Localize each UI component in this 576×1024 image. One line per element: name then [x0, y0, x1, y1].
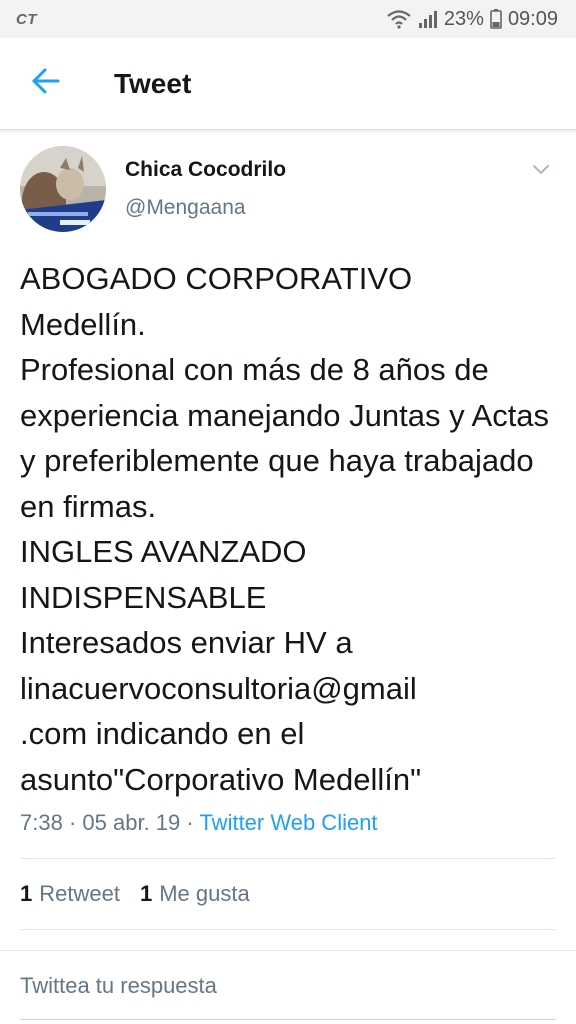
client-link[interactable]: Twitter Web Client	[199, 810, 377, 835]
like-count: 1	[139, 881, 153, 906]
tweet-options-button[interactable]	[526, 160, 556, 184]
retweet-label: Retweet	[39, 881, 120, 906]
wifi-icon	[386, 9, 412, 29]
status-bar: CT 23% 09:09	[0, 0, 576, 38]
tweet-time: 7:38	[20, 810, 63, 835]
tweet-meta: 7:38 · 05 abr. 19 · Twitter Web Client	[20, 810, 556, 836]
back-button[interactable]	[20, 58, 72, 110]
signal-icon	[418, 9, 438, 29]
carrier-label: CT	[16, 10, 37, 28]
reply-area: Twittea tu respuesta	[0, 950, 576, 1024]
clock: 09:09	[507, 7, 558, 30]
status-icons: 23% 09:09	[386, 8, 558, 31]
tweet-date: 05 abr. 19	[82, 810, 181, 835]
tweet-header: Chica Cocodrilo @Mengaana	[20, 130, 556, 242]
battery-percent: 23%	[443, 7, 484, 30]
tweet-text: ABOGADO CORPORATIVO Medellín. Profesiona…	[20, 261, 550, 797]
display-name: Chica Cocodrilo	[125, 158, 287, 181]
meta-separator: ·	[186, 810, 194, 835]
user-handle: @Mengaana	[125, 196, 246, 219]
retweet-count: 1	[20, 881, 33, 906]
retweet-stat[interactable]: 1 Retweet	[20, 881, 120, 907]
divider	[20, 929, 556, 930]
reply-underline	[20, 1019, 556, 1020]
tweet: Chica Cocodrilo @Mengaana ABOGADO CORPOR…	[0, 130, 576, 930]
meta-separator: ·	[68, 810, 77, 835]
avatar[interactable]	[20, 146, 106, 232]
tweet-stats: 1 Retweet 1 Me gusta	[20, 859, 556, 929]
tweet-author[interactable]: Chica Cocodrilo @Mengaana	[125, 158, 286, 220]
page-title: Tweet	[114, 67, 192, 99]
battery-icon	[490, 9, 502, 29]
like-stat[interactable]: 1 Me gusta	[140, 881, 250, 907]
chevron-down-icon	[532, 163, 550, 181]
reply-input[interactable]: Twittea tu respuesta	[20, 973, 556, 1005]
app-bar: Tweet	[0, 38, 576, 130]
like-label: Me gusta	[159, 881, 250, 906]
arrow-left-icon	[31, 68, 61, 99]
